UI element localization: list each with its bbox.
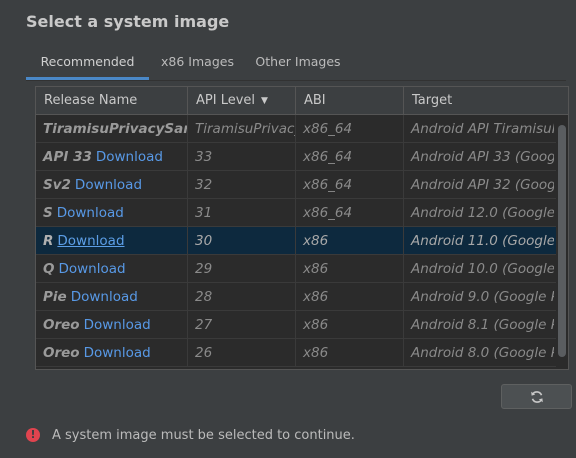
release-name: S — [43, 205, 53, 221]
download-link[interactable]: Download — [96, 149, 163, 165]
api-level-cell: 28 — [188, 283, 296, 311]
abi-cell: x86 — [296, 283, 404, 311]
target-cell: Android API 32 (Google — [411, 177, 554, 193]
abi-cell: x86 — [296, 255, 404, 283]
target-cell: Android 12.0 (Google P — [411, 205, 554, 221]
abi-cell: x86 — [296, 339, 404, 367]
release-name: Pie — [43, 289, 67, 305]
release-name-cell: Oreo Download — [36, 339, 188, 367]
release-name: Q — [43, 261, 55, 277]
error-icon: ! — [26, 428, 40, 442]
scrollbar-thumb[interactable] — [558, 125, 566, 357]
table-row[interactable]: Q Download 29 x86 Android 10.0 (Google P — [36, 255, 568, 283]
error-message: A system image must be selected to conti… — [52, 427, 355, 443]
target-cell: Android 8.0 (Google Pl — [411, 345, 554, 361]
abi-cell: x86 — [296, 227, 404, 255]
release-name: R — [43, 233, 54, 249]
target-cell: Android 11.0 (Google P — [411, 233, 554, 249]
target-cell: Android 8.1 (Google Pl — [411, 317, 554, 333]
table-row[interactable]: Pie Download 28 x86 Android 9.0 (Google Pl — [36, 283, 568, 311]
release-name-cell: API 33 Download — [36, 143, 188, 171]
column-header-target[interactable]: Target — [404, 87, 554, 115]
tab-other-images[interactable]: Other Images — [246, 54, 350, 80]
download-link[interactable]: Download — [75, 177, 142, 193]
table-row[interactable]: Oreo Download 27 x86 Android 8.1 (Google Pl — [36, 311, 568, 339]
column-header-abi[interactable]: ABI — [296, 87, 404, 115]
api-level-cell: 30 — [188, 227, 296, 255]
table-row[interactable]: Sv2 Download 32 x86_64 Android API 32 (Googl… — [36, 171, 568, 199]
api-level-cell: 29 — [188, 255, 296, 283]
table-row[interactable]: TiramisuPrivacySand TiramisuPrivacy x86_64… — [36, 115, 568, 143]
release-name-cell: Pie Download — [36, 283, 188, 311]
release-name-cell: R Download — [36, 227, 188, 255]
api-level-cell: 31 — [188, 199, 296, 227]
table-row[interactable]: Oreo Download 26 x86 Android 8.0 (Google Pl — [36, 339, 568, 367]
table-row[interactable]: S Download 31 x86_64 Android 12.0 (Google P — [36, 199, 568, 227]
abi-cell: x86 — [296, 311, 404, 339]
tab-x86-images[interactable]: x86 Images — [149, 54, 246, 80]
dialog-title: Select a system image — [26, 12, 230, 31]
api-level-cell: 26 — [188, 339, 296, 367]
refresh-icon — [530, 390, 543, 403]
release-name: Sv2 — [43, 177, 71, 193]
column-header-api-level[interactable]: API Level ▼ — [188, 87, 296, 115]
release-name: Oreo — [43, 317, 80, 333]
api-level-cell: 32 — [188, 171, 296, 199]
download-link[interactable]: Download — [84, 317, 151, 333]
release-name-cell: Q Download — [36, 255, 188, 283]
target-cell: Android 10.0 (Google P — [411, 261, 554, 277]
release-name-cell: S Download — [36, 199, 188, 227]
vertical-scrollbar[interactable] — [556, 115, 568, 369]
refresh-button[interactable] — [501, 384, 572, 409]
tab-divider — [26, 80, 566, 81]
target-cell: Android API TiramisuPri — [411, 121, 554, 137]
target-cell: Android 9.0 (Google Pl — [411, 289, 554, 305]
release-name-cell: TiramisuPrivacySand — [36, 115, 188, 143]
api-level-cell: TiramisuPrivacy — [188, 115, 296, 143]
release-name-cell: Sv2 Download — [36, 171, 188, 199]
release-name: Oreo — [43, 345, 80, 361]
tab-recommended[interactable]: Recommended — [26, 54, 149, 80]
release-name: TiramisuPrivacySand — [43, 121, 188, 137]
download-link[interactable]: Download — [84, 345, 151, 361]
release-name: API 33 — [43, 149, 92, 165]
api-level-cell: 33 — [188, 143, 296, 171]
abi-cell: x86_64 — [296, 143, 404, 171]
column-header-release-name[interactable]: Release Name — [36, 87, 188, 115]
download-link[interactable]: Download — [58, 261, 125, 277]
download-link[interactable]: Download — [57, 233, 124, 249]
download-link[interactable]: Download — [71, 289, 138, 305]
download-link[interactable]: Download — [57, 205, 124, 221]
release-name-cell: Oreo Download — [36, 311, 188, 339]
abi-cell: x86_64 — [296, 171, 404, 199]
abi-cell: x86_64 — [296, 199, 404, 227]
table-header: Release Name API Level ▼ ABI Target — [36, 87, 568, 115]
target-cell: Android API 33 (Google — [411, 149, 554, 165]
system-image-table: Release Name API Level ▼ ABI Target Tiram… — [35, 86, 569, 370]
abi-cell: x86_64 — [296, 115, 404, 143]
sort-descending-icon: ▼ — [261, 96, 268, 106]
validation-error: ! A system image must be selected to con… — [26, 426, 355, 444]
table-row[interactable]: API 33 Download 33 x86_64 Android API 33 (Go… — [36, 143, 568, 171]
api-level-cell: 27 — [188, 311, 296, 339]
table-row[interactable]: R Download 30 x86 Android 11.0 (Google P — [36, 227, 568, 255]
